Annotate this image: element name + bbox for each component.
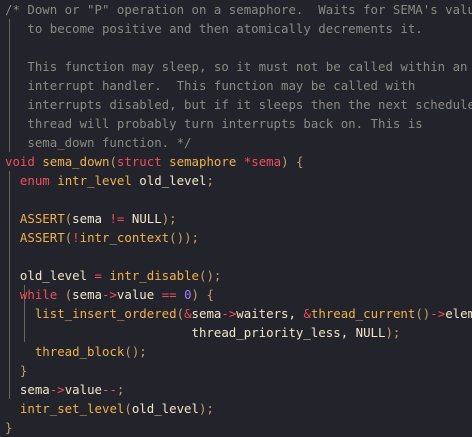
code-token-comment: interrupt handler. This function may be …: [5, 78, 416, 93]
code-token-punct: ;: [206, 173, 214, 188]
code-token-punct: ());: [169, 230, 199, 245]
code-token-punct: ) {: [191, 287, 214, 302]
code-line[interactable]: interrupt handler. This function may be …: [5, 76, 415, 95]
code-token-macro: ASSERT: [19, 211, 65, 226]
code-token-keyword: struct: [116, 154, 162, 169]
code-token-keyword: void: [5, 154, 35, 169]
code-token-plain: value: [116, 287, 162, 302]
code-token-function: intr_set_level: [19, 401, 125, 416]
code-line[interactable]: /* Down or "P" operation on a semaphore.…: [5, 0, 472, 19]
code-line[interactable]: sema_down function. */: [5, 133, 192, 152]
code-line[interactable]: enum intr_level old_level;: [5, 171, 214, 190]
code-token-plain: NULL: [131, 211, 162, 226]
code-token-plain: sema: [72, 211, 102, 226]
code-area[interactable]: /* Down or "P" operation on a semaphore.…: [0, 0, 472, 435]
code-token-macro: ASSERT: [19, 230, 65, 245]
code-token-operator: =: [94, 268, 102, 283]
code-token-punct: (): [415, 306, 431, 321]
code-token-punct: );: [198, 401, 214, 416]
code-token-punct: ();: [199, 268, 222, 283]
code-line[interactable]: ASSERT(sema != NULL);: [5, 209, 177, 228]
code-line[interactable]: void sema_down(struct semaphore *sema) {: [5, 152, 303, 171]
code-token-plain: elem,: [445, 306, 472, 321]
code-line[interactable]: sema->value--;: [5, 380, 124, 399]
code-token-operator: ->: [102, 287, 117, 302]
code-token-plain: sema: [191, 306, 222, 321]
code-token-plain: old_level: [5, 268, 95, 283]
code-line[interactable]: }: [5, 418, 12, 437]
code-token-function: thread_block: [34, 344, 125, 359]
code-editor[interactable]: /* Down or "P" operation on a semaphore.…: [0, 0, 472, 435]
code-line[interactable]: This function may sleep, so it must not …: [5, 57, 468, 76]
code-token-operator: &: [184, 306, 192, 321]
code-token-operator: ->: [49, 382, 65, 397]
code-token-keyword: sema: [251, 154, 282, 169]
code-token-comment: interrupts disabled, but if it sleeps th…: [5, 97, 472, 112]
code-token-operator: ->: [430, 306, 446, 321]
code-token-operator: --: [102, 382, 117, 397]
code-line[interactable]: ASSERT(!intr_context());: [5, 228, 199, 247]
code-token-punct: ) {: [281, 154, 304, 169]
code-token-punct: }: [5, 363, 28, 378]
code-line[interactable]: while (sema->value == 0) {: [5, 285, 214, 304]
code-token-punct: }: [5, 420, 13, 435]
code-token-plain: sema: [72, 287, 102, 302]
code-token-function: intr_context: [79, 230, 170, 245]
code-token-punct: (: [124, 401, 132, 416]
code-token-operator: ==: [161, 287, 177, 302]
code-token-plain: NULL: [355, 325, 386, 340]
code-line[interactable]: thread_block();: [5, 342, 147, 361]
code-token-type: semaphore: [169, 154, 237, 169]
code-token-keyword: enum: [19, 173, 50, 188]
code-line[interactable]: }: [5, 361, 27, 380]
code-token-function: sema_down: [42, 154, 110, 169]
code-token-operator: &: [303, 306, 311, 321]
code-token-function: intr_disable: [109, 268, 199, 283]
code-line[interactable]: old_level = intr_disable();: [5, 266, 221, 285]
code-token-punct: );: [385, 325, 401, 340]
code-token-operator: !=: [109, 211, 125, 226]
code-line[interactable]: to become positive and then atomically d…: [5, 19, 423, 38]
code-token-punct: (: [109, 154, 117, 169]
code-token-plain: old_level: [131, 401, 199, 416]
code-token-type: intr_level: [57, 173, 132, 188]
code-token-punct: );: [161, 211, 177, 226]
code-token-plain: value: [64, 382, 102, 397]
code-token-plain: waiters,: [236, 306, 304, 321]
code-token-plain: thread_priority_less,: [5, 325, 356, 340]
code-token-comment: sema_down function. */: [5, 135, 192, 150]
code-token-punct: (: [57, 287, 73, 302]
code-line[interactable]: thread will probably turn interrupts bac…: [5, 114, 423, 133]
code-token-comment: to become positive and then atomically d…: [5, 21, 423, 36]
code-token-operator: ->: [221, 306, 237, 321]
code-token-plain: sema: [19, 382, 50, 397]
code-token-plain: old_level: [131, 173, 207, 188]
code-line[interactable]: list_insert_ordered(&sema->waiters, &thr…: [5, 304, 472, 323]
code-token-punct: ;: [116, 382, 125, 397]
code-token-punct: ();: [124, 344, 147, 359]
code-token-function: thread_current: [310, 306, 416, 321]
code-token-comment: /* Down or "P" operation on a semaphore.…: [5, 2, 472, 17]
code-line[interactable]: intr_set_level(old_level);: [5, 399, 214, 418]
code-token-punct: (: [176, 306, 185, 321]
code-token-operator: !: [72, 230, 80, 245]
code-line[interactable]: thread_priority_less, NULL);: [5, 323, 400, 342]
code-token-comment: This function may sleep, so it must not …: [5, 59, 468, 74]
code-token-number: 0: [184, 287, 192, 302]
code-line[interactable]: interrupts disabled, but if it sleeps th…: [5, 95, 472, 114]
code-token-comment: thread will probably turn interrupts bac…: [5, 116, 423, 131]
code-token-function: list_insert_ordered: [34, 306, 177, 321]
code-token-keyword: while: [19, 287, 58, 302]
